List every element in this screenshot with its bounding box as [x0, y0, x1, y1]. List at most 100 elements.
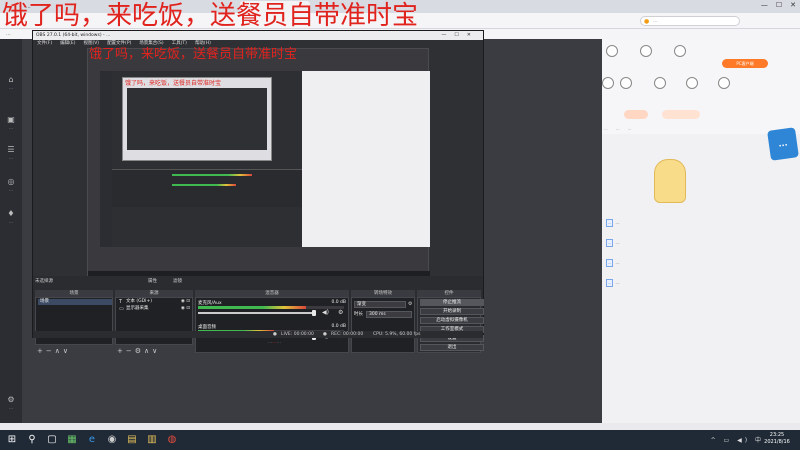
browser-search-box[interactable]: ● ... [640, 16, 740, 26]
start-recording-button[interactable]: 开始录制 [420, 308, 484, 315]
app-icon[interactable] [606, 45, 618, 57]
properties-button[interactable]: 属性 [148, 278, 157, 284]
minimize-icon[interactable]: — [761, 1, 768, 12]
obs-window-controls[interactable]: —☐✕ [441, 31, 479, 40]
obs-icon[interactable]: ◉ [104, 432, 120, 448]
sidebar-item-video[interactable]: ▣... [3, 115, 19, 133]
obs-preview[interactable]: 饿了吗，来吃饭，送餐员自带准时宝 [87, 48, 430, 277]
transition-select[interactable]: 渐变 [354, 301, 406, 308]
sources-dock-header: 来源 [115, 290, 193, 297]
stop-streaming-button[interactable]: 停止推流 [420, 299, 484, 306]
visibility-icon[interactable]: ◉ ⊡ [181, 306, 190, 312]
page-notice: ......... [268, 340, 281, 345]
user-badge: ... [606, 279, 614, 287]
transitions-panel: 渐变 ⚙ 时长 300 ms [351, 297, 415, 353]
obs-docks: 未选择源 属性 滤镜 场景 场景 +−∧∨ 来源 T 文本 (GDI+) ◉ ⊡… [33, 276, 484, 355]
trophy-icon: ♦ [7, 209, 15, 218]
sources-toolbar[interactable]: +−⚙∧∨ [117, 347, 160, 355]
rec-time: REC: 00:00:00 [331, 332, 364, 337]
menu-file[interactable]: 文件(F) [37, 40, 52, 48]
inner-preview-caption: 饿了吗，来吃饭，送餐员自带准时宝 [125, 80, 222, 87]
game-icon: ◎ [7, 177, 15, 186]
maximize-icon[interactable]: ☐ [776, 1, 782, 12]
right-panel-header: PC客户端 ... ... ... [602, 39, 800, 134]
edge-icon[interactable]: e [84, 432, 100, 448]
mixer-channel-db: 0.0 dB [331, 300, 346, 305]
transitions-dock-header: 转场特效 [351, 290, 415, 297]
live-indicator-icon: ● [273, 332, 277, 337]
preview-right-panel [302, 71, 430, 247]
window-controls: — ☐ ✕ [761, 1, 796, 12]
gear-icon[interactable]: ⚙ [408, 301, 412, 307]
mixer-channel: 麦克风/Aux 0.0 dB ◀) ⚙ [198, 300, 350, 320]
volume-slider-handle[interactable] [312, 310, 316, 316]
chat-message: ...... [606, 259, 620, 267]
app-icon[interactable] [602, 77, 614, 89]
live-time: LIVE: 00:00:00 [281, 332, 314, 337]
app-icon[interactable] [686, 77, 698, 89]
meter-bar [172, 184, 236, 186]
sidebar-item-settings[interactable]: ⚙... [3, 395, 19, 413]
source-item[interactable]: ▭ 显示器采集 ◉ ⊡ [118, 306, 192, 312]
close-icon[interactable]: ✕ [790, 1, 796, 12]
task-view-icon[interactable]: ▢ [44, 432, 60, 448]
app-icon[interactable] [620, 77, 632, 89]
tab[interactable]: ... [616, 126, 620, 131]
files-icon[interactable]: ▤ [124, 432, 140, 448]
windows-start-icon[interactable]: ⊞ [4, 432, 20, 448]
pc-client-button[interactable]: PC客户端 [722, 59, 768, 68]
start-virtual-camera-button[interactable]: 启动虚拟摄像机 [420, 317, 484, 324]
obs-title: OBS 27.0.1 (64-bit, windows) - ... [36, 33, 111, 38]
taskbar-clock[interactable]: 23:25 2021/8/16 [762, 432, 792, 446]
chat-message: ...... [606, 219, 620, 227]
inner-capture-content [127, 88, 267, 150]
mascot-image [654, 159, 686, 203]
exit-button[interactable]: 退出 [420, 344, 484, 351]
menu-edit[interactable]: 编辑(E) [60, 40, 75, 48]
home-icon: ⌂ [8, 75, 14, 84]
duration-field[interactable]: 300 ms [366, 311, 412, 318]
sidebar-item-category[interactable]: ☰... [3, 145, 19, 163]
app-icon[interactable] [654, 77, 666, 89]
user-badge: ... [606, 219, 614, 227]
preview-sidebar [100, 71, 112, 247]
avatar[interactable] [674, 45, 686, 57]
panel-button[interactable] [624, 110, 648, 119]
mixer-channel-db: 0.0 dB [331, 324, 346, 329]
video-icon: ▣ [7, 115, 15, 124]
tab[interactable]: ... [628, 126, 632, 131]
speaker-icon[interactable]: ◀) [322, 309, 329, 316]
preview-capture: 饿了吗，来吃饭，送餐员自带准时宝 [87, 48, 430, 277]
obs-window: OBS 27.0.1 (64-bit, windows) - ... —☐✕ 文… [32, 30, 484, 355]
source-item[interactable]: T 文本 (GDI+) ◉ ⊡ [118, 299, 192, 305]
app-icon[interactable]: ▦ [64, 432, 80, 448]
chat-message: ...... [606, 279, 620, 287]
app-icon[interactable] [640, 45, 652, 57]
search-icon[interactable]: ⚲ [24, 432, 40, 448]
obs-status-bar: ● LIVE: 00:00:00 ● REC: 00:00:00 CPU: 5.… [33, 331, 483, 338]
display-icon: ▭ [119, 306, 124, 312]
overlay-caption: 饿了吗，来吃饭，送餐员自带准时宝 [2, 1, 419, 31]
sidebar-item-trophy[interactable]: ♦... [3, 209, 19, 227]
visibility-icon[interactable]: ◉ ⊡ [181, 299, 190, 305]
gear-icon[interactable]: ⚙ [338, 309, 343, 316]
chat-message: ...... [606, 239, 620, 247]
sidebar-item-home[interactable]: ⌂... [3, 75, 19, 93]
search-placeholder: ... [653, 18, 658, 24]
panel-button[interactable] [662, 110, 700, 119]
chrome-icon[interactable]: ◍ [164, 432, 180, 448]
system-tray[interactable]: ^ ▭ ◀) 中 [711, 435, 764, 444]
windows-taskbar: ⊞ ⚲ ▢ ▦ e ◉ ▤ ▥ ◍ ^ ▭ ◀) 中 23:25 2021/8/… [0, 430, 800, 450]
tab[interactable]: ... [604, 126, 608, 131]
app-icon[interactable] [718, 77, 730, 89]
obs-titlebar: OBS 27.0.1 (64-bit, windows) - ... —☐✕ [33, 31, 483, 40]
volume-slider[interactable] [198, 312, 316, 314]
brand-logo: ... [767, 127, 799, 161]
mixer-dock-header: 混音器 [195, 290, 349, 297]
sidebar-item-game[interactable]: ◎... [3, 177, 19, 195]
filters-button[interactable]: 滤镜 [173, 278, 182, 284]
app2-icon[interactable]: ▥ [144, 432, 160, 448]
scene-item[interactable]: 场景 [38, 299, 112, 305]
scenes-toolbar[interactable]: +−∧∨ [37, 347, 71, 355]
right-panel-tabs: ... ... ... [604, 126, 631, 131]
